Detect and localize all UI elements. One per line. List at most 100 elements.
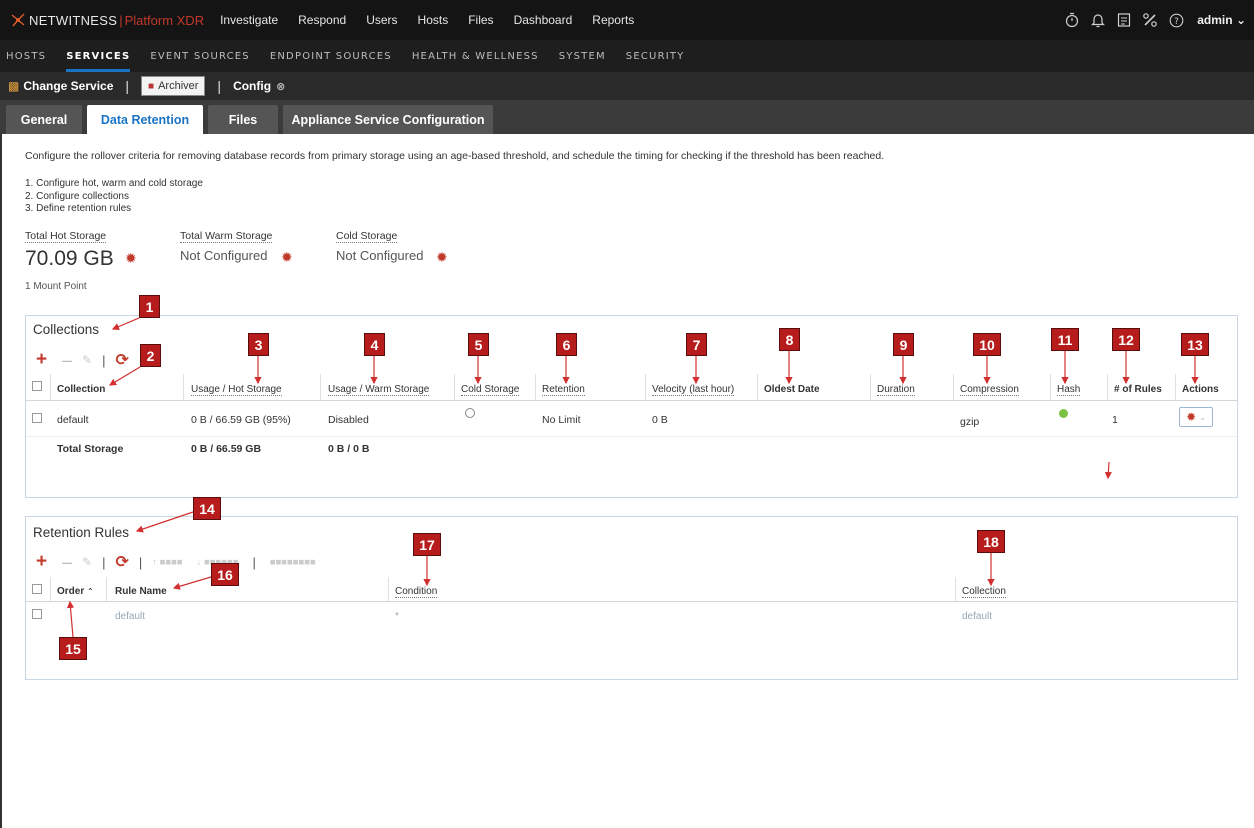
col-velocity-header[interactable]: Velocity (last hour) xyxy=(652,384,735,396)
tab-appliance-service-configuration[interactable]: Appliance Service Configuration xyxy=(283,105,493,134)
col-compression-header[interactable]: Compression xyxy=(960,384,1019,396)
actions-menu-button[interactable]: ✹ ⌄ xyxy=(1179,407,1213,427)
nav-hosts[interactable]: Hosts xyxy=(418,13,449,27)
warm-storage-label: Total Warm Storage xyxy=(180,230,273,243)
admin-tab-security[interactable]: SECURITY xyxy=(626,40,685,72)
column-divider xyxy=(870,374,871,400)
col-duration-header[interactable]: Duration xyxy=(877,384,915,396)
tab-data-retention[interactable]: Data Retention xyxy=(87,105,203,134)
callout-badge: 15 xyxy=(59,637,87,660)
column-divider xyxy=(320,374,321,400)
admin-tab-services[interactable]: SERVICES xyxy=(66,40,131,72)
row-checkbox[interactable] xyxy=(32,609,42,619)
admin-nav: HOSTS SERVICES EVENT SOURCES ENDPOINT SO… xyxy=(0,40,1254,72)
refresh-icon[interactable]: ⟳ xyxy=(115,552,128,572)
compression-value: gzip xyxy=(960,416,980,428)
callout-badge: 12 xyxy=(1112,328,1140,351)
callout-badge: 10 xyxy=(973,333,1001,356)
admin-tab-health-wellness[interactable]: HEALTH & WELLNESS xyxy=(412,40,539,72)
nav-reports[interactable]: Reports xyxy=(592,13,634,27)
warm-storage-gear-icon[interactable]: ✹ xyxy=(281,249,293,266)
admin-tab-system[interactable]: SYSTEM xyxy=(559,40,606,72)
help-icon[interactable]: ? xyxy=(1165,9,1187,31)
col-collection-header[interactable]: Collection xyxy=(57,384,105,395)
callout-badge: 8 xyxy=(779,328,800,351)
callout-badge: 11 xyxy=(1051,328,1079,351)
column-divider xyxy=(535,374,536,400)
edit-rule-button[interactable]: ✎ xyxy=(82,555,92,569)
col-rules-header[interactable]: # of Rules xyxy=(1114,384,1162,395)
retention-rules-panel: Retention Rules + – ✎ | ⟳ | ↑ ■■■■ ↓ ■■■… xyxy=(25,516,1238,680)
col-cold-storage-header[interactable]: Cold Storage xyxy=(461,384,520,396)
retention-rules-toolbar: + – ✎ | ⟳ | ↑ ■■■■ ↓ ■■■■■■ | ■■■■■■■■ xyxy=(36,551,316,573)
divider: | xyxy=(217,78,222,94)
chevron-down-icon: ⌄ xyxy=(1235,13,1246,27)
col-oldest-date-header[interactable]: Oldest Date xyxy=(764,384,820,395)
admin-tab-endpoint-sources[interactable]: ENDPOINT SOURCES xyxy=(270,40,392,72)
remove-collection-button[interactable]: – xyxy=(62,350,72,371)
tools-icon[interactable] xyxy=(1139,9,1161,31)
toolbar-divider: | xyxy=(138,554,143,570)
move-up-icon[interactable]: ↑ ■■■■ xyxy=(152,557,182,568)
column-divider xyxy=(645,374,646,400)
service-selector[interactable]: ■ Archiver xyxy=(141,76,206,96)
timer-icon[interactable] xyxy=(1061,9,1083,31)
row-divider xyxy=(26,436,1237,437)
config-menu[interactable]: Config ⊗ xyxy=(233,79,285,93)
rule-count: 1 xyxy=(1112,414,1118,426)
tab-files[interactable]: Files xyxy=(208,105,278,134)
select-all-rules-checkbox[interactable] xyxy=(32,584,42,594)
col-usage-warm-header[interactable]: Usage / Warm Storage xyxy=(328,384,430,396)
callout-badge: 2 xyxy=(140,344,161,367)
col-order-header[interactable]: Order ⌃ xyxy=(57,586,94,597)
col-hash-header[interactable]: Hash xyxy=(1057,384,1081,396)
hot-storage-gear-icon[interactable]: ✹ xyxy=(125,250,137,267)
remove-rule-button[interactable]: – xyxy=(62,552,72,573)
nav-users[interactable]: Users xyxy=(366,13,397,27)
admin-tab-event-sources[interactable]: EVENT SOURCES xyxy=(150,40,249,72)
column-divider xyxy=(183,374,184,400)
callout-badge: 1 xyxy=(139,295,160,318)
add-rule-button[interactable]: + xyxy=(36,551,52,573)
column-divider xyxy=(1175,374,1176,400)
tasks-icon[interactable] xyxy=(1113,9,1135,31)
admin-tab-hosts[interactable]: HOSTS xyxy=(6,40,46,72)
main-nav: Investigate Respond Users Hosts Files Da… xyxy=(220,13,654,27)
nav-files[interactable]: Files xyxy=(468,13,493,27)
callout-badge: 4 xyxy=(364,333,385,356)
total-storage-label: Total Storage xyxy=(57,443,124,455)
retention-rules-title: Retention Rules xyxy=(33,525,130,540)
tab-general[interactable]: General xyxy=(6,105,82,134)
user-name: admin xyxy=(1197,13,1233,27)
column-divider xyxy=(955,577,956,602)
col-rule-name-header[interactable]: Rule Name xyxy=(115,586,167,597)
user-menu[interactable]: admin ⌄ xyxy=(1197,13,1246,27)
nav-respond[interactable]: Respond xyxy=(298,13,346,27)
callout-badge: 3 xyxy=(248,333,269,356)
rule-condition: * xyxy=(395,611,399,622)
col-retention-header[interactable]: Retention xyxy=(542,384,585,396)
col-condition-header[interactable]: Condition xyxy=(395,586,438,598)
apply-button[interactable]: ■■■■■■■■ xyxy=(270,557,316,568)
hash-status-dot xyxy=(1059,409,1068,418)
cold-storage-radio[interactable] xyxy=(465,408,475,418)
netwitness-logo[interactable]: NETWITNESS | Platform XDR xyxy=(10,0,204,40)
collection-name: default xyxy=(57,414,89,426)
add-collection-button[interactable]: + xyxy=(36,349,52,371)
callout-badge: 18 xyxy=(977,530,1005,553)
change-service-button[interactable]: ▩ Change Service xyxy=(8,79,113,93)
select-all-collections-checkbox[interactable] xyxy=(32,381,42,391)
edit-collection-button[interactable]: ✎ xyxy=(82,353,92,367)
col-collection-header[interactable]: Collection xyxy=(962,586,1006,598)
cold-storage-gear-icon[interactable]: ✹ xyxy=(436,249,448,266)
bell-icon[interactable] xyxy=(1087,9,1109,31)
nav-investigate[interactable]: Investigate xyxy=(220,13,278,27)
callout-badge: 5 xyxy=(468,333,489,356)
window-edge xyxy=(0,134,2,828)
row-checkbox[interactable] xyxy=(32,413,42,423)
brand-separator: | xyxy=(119,12,123,28)
refresh-icon[interactable]: ⟳ xyxy=(115,350,128,370)
total-warm-storage: 0 B / 0 B xyxy=(328,443,370,455)
col-usage-hot-header[interactable]: Usage / Hot Storage xyxy=(191,384,282,396)
nav-dashboard[interactable]: Dashboard xyxy=(514,13,573,27)
